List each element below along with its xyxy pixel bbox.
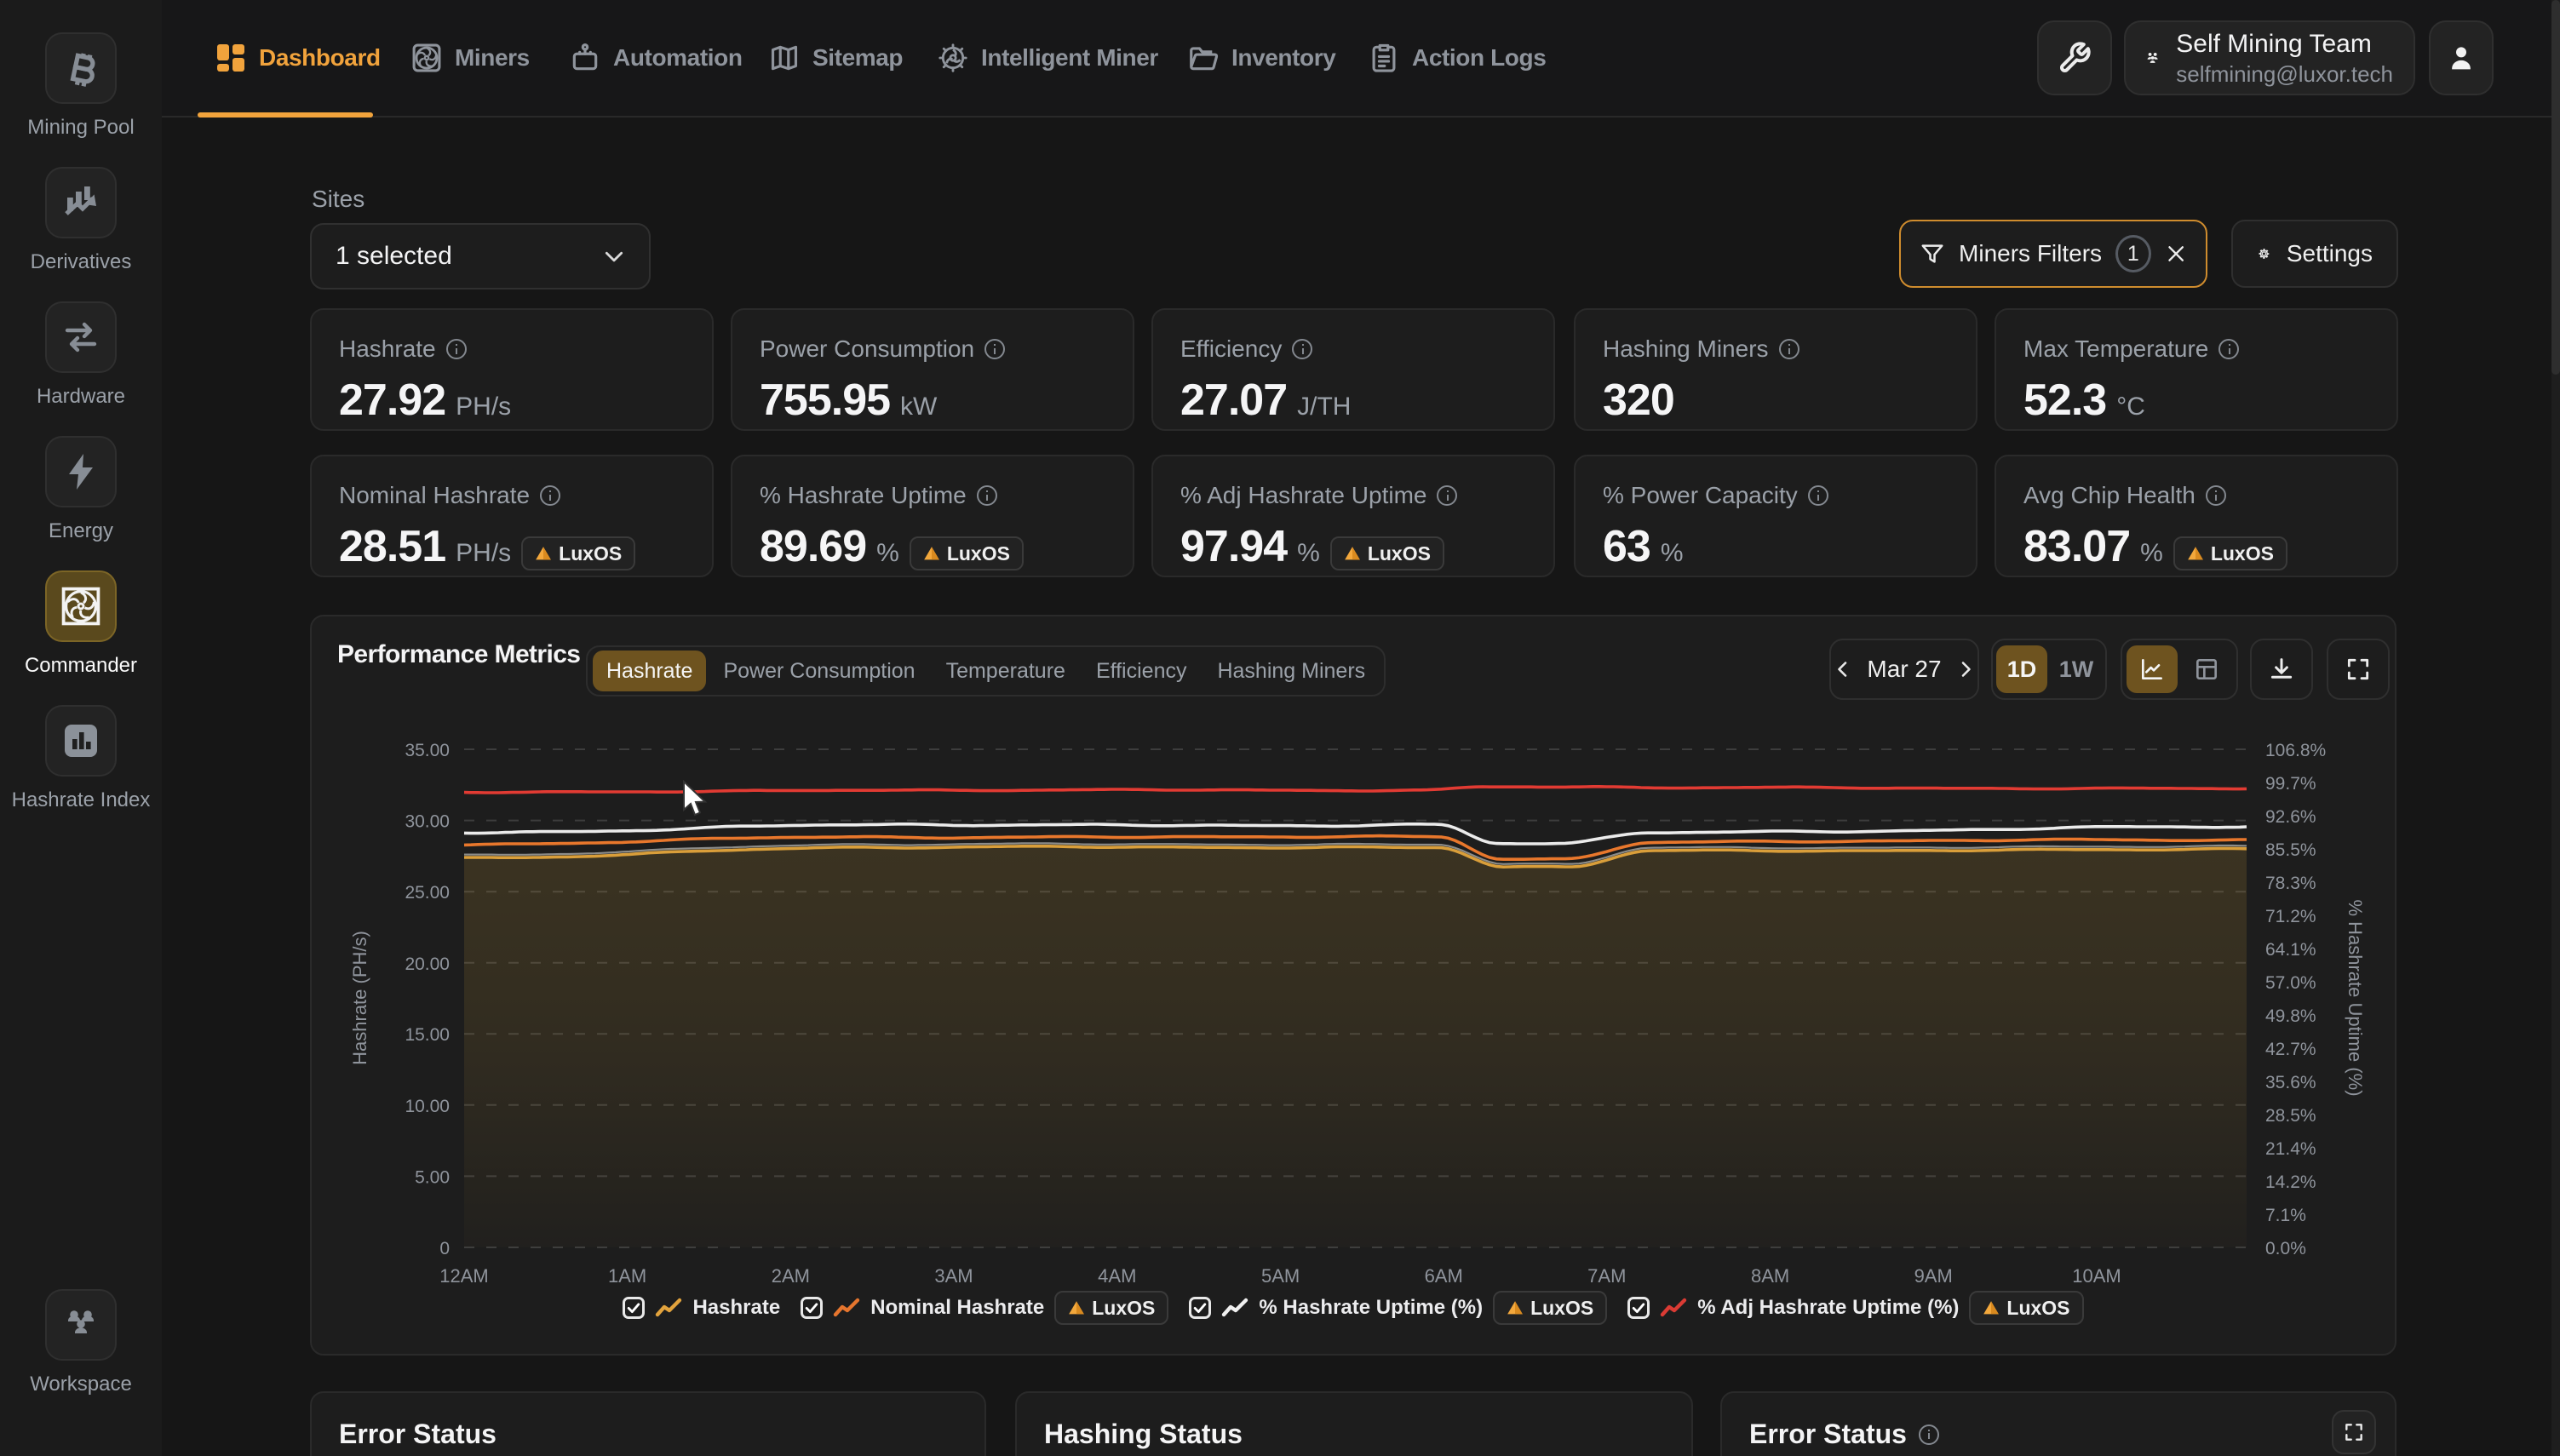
svg-text:5AM: 5AM [1261, 1265, 1300, 1287]
svg-text:1AM: 1AM [608, 1265, 646, 1287]
svg-text:35.00: 35.00 [405, 741, 450, 760]
svg-text:4AM: 4AM [1098, 1265, 1136, 1287]
svg-text:64.1%: 64.1% [2265, 940, 2316, 960]
svg-text:20.00: 20.00 [405, 954, 450, 974]
svg-text:15.00: 15.00 [405, 1025, 450, 1045]
svg-text:2AM: 2AM [772, 1265, 810, 1287]
svg-text:10.00: 10.00 [405, 1097, 450, 1116]
svg-text:0: 0 [439, 1239, 450, 1258]
svg-text:21.4%: 21.4% [2265, 1139, 2316, 1159]
svg-text:% Hashrate Uptime (%): % Hashrate Uptime (%) [2345, 899, 2366, 1096]
svg-text:Hashrate (PH/s): Hashrate (PH/s) [349, 931, 370, 1065]
svg-text:7AM: 7AM [1587, 1265, 1626, 1287]
svg-text:42.7%: 42.7% [2265, 1040, 2316, 1059]
svg-text:10AM: 10AM [2072, 1265, 2121, 1287]
svg-text:57.0%: 57.0% [2265, 973, 2316, 993]
svg-text:3AM: 3AM [934, 1265, 973, 1287]
svg-text:99.7%: 99.7% [2265, 774, 2316, 794]
svg-text:25.00: 25.00 [405, 883, 450, 903]
svg-text:49.8%: 49.8% [2265, 1006, 2316, 1026]
svg-text:9AM: 9AM [1914, 1265, 1953, 1287]
svg-text:85.5%: 85.5% [2265, 840, 2316, 860]
svg-text:78.3%: 78.3% [2265, 874, 2316, 893]
svg-text:8AM: 8AM [1751, 1265, 1789, 1287]
svg-text:7.1%: 7.1% [2265, 1206, 2306, 1225]
svg-text:35.6%: 35.6% [2265, 1073, 2316, 1092]
svg-text:30.00: 30.00 [405, 812, 450, 832]
svg-text:106.8%: 106.8% [2265, 741, 2326, 760]
svg-text:6AM: 6AM [1425, 1265, 1463, 1287]
svg-text:92.6%: 92.6% [2265, 807, 2316, 827]
svg-text:0.0%: 0.0% [2265, 1239, 2306, 1258]
svg-text:5.00: 5.00 [415, 1167, 450, 1187]
svg-text:14.2%: 14.2% [2265, 1172, 2316, 1192]
svg-text:71.2%: 71.2% [2265, 907, 2316, 926]
svg-text:28.5%: 28.5% [2265, 1106, 2316, 1126]
svg-text:12AM: 12AM [439, 1265, 488, 1287]
